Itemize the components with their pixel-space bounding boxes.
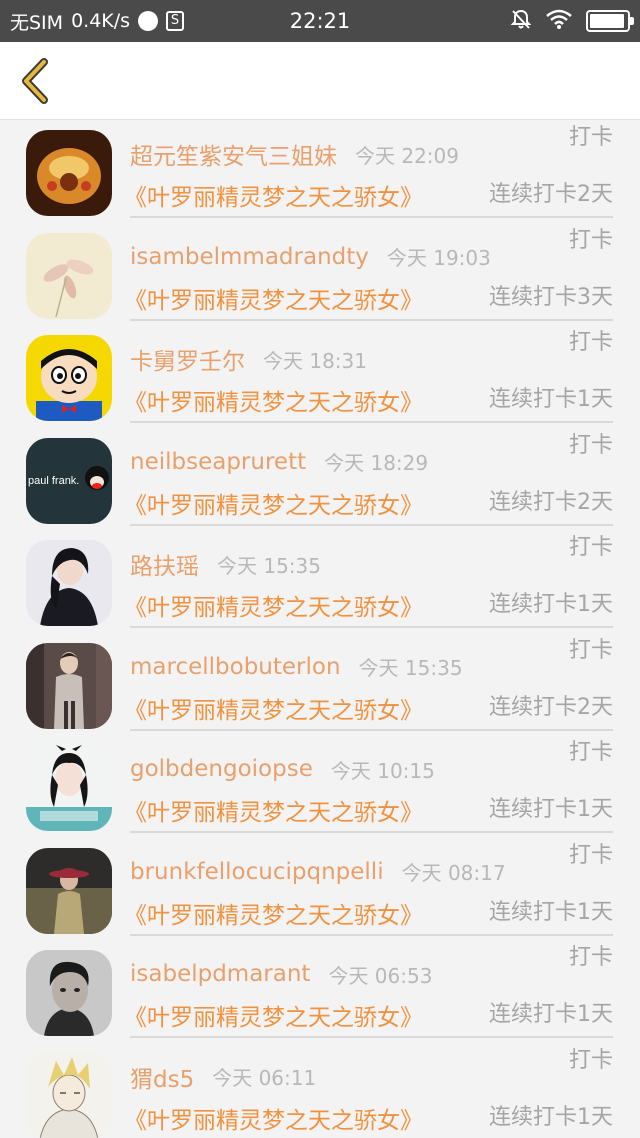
record-info: 卡舅罗壬尔 今天 18:31 打卡 《叶罗丽精灵梦之天之骄女》 连续打卡1天: [124, 326, 613, 423]
avatar[interactable]: [26, 642, 112, 729]
book-title[interactable]: 《叶罗丽精灵梦之天之骄女》: [124, 486, 423, 520]
checkin-time: 今天 08:17: [401, 861, 506, 885]
user-name[interactable]: isambelmmadrandty: [130, 244, 369, 270]
user-name[interactable]: neilbseaprurett: [130, 449, 306, 475]
book-title[interactable]: 《叶罗丽精灵梦之天之骄女》: [124, 383, 423, 417]
user-name[interactable]: marcellbobuterlon: [130, 654, 341, 680]
user-name[interactable]: brunkfellocucipqnpelli: [130, 859, 384, 885]
user-name[interactable]: 卡舅罗壬尔: [130, 342, 245, 376]
nav-bar: [0, 42, 640, 120]
record-info: 猬ds5 今天 06:11 打卡 《叶罗丽精灵梦之天之骄女》 连续打卡1天: [124, 1044, 613, 1138]
list-item[interactable]: paul frank. neilbseaprurett 今天 18:29 打卡 …: [0, 429, 640, 532]
checkin-action: 打卡: [568, 330, 613, 355]
checkin-time: 今天 10:15: [330, 758, 435, 783]
book-title[interactable]: 《叶罗丽精灵梦之天之骄女》: [124, 1101, 423, 1135]
list-item[interactable]: 猬ds5 今天 06:11 打卡 《叶罗丽精灵梦之天之骄女》 连续打卡1天: [0, 1044, 640, 1138]
list-item[interactable]: golbdengoiopse 今天 10:15 打卡 《叶罗丽精灵梦之天之骄女》…: [0, 736, 640, 839]
avatar[interactable]: [26, 540, 112, 626]
wifi-icon: [546, 9, 572, 33]
streak-label: 连续打卡1天: [489, 592, 613, 617]
list-item[interactable]: brunkfellocucipqnpelli 今天 08:17 打卡 《叶罗丽精…: [0, 839, 640, 942]
book-title[interactable]: 《叶罗丽精灵梦之天之骄女》: [124, 896, 423, 930]
streak-label: 连续打卡1天: [489, 899, 613, 925]
streak-label: 连续打卡1天: [489, 1002, 613, 1027]
avatar[interactable]: [26, 130, 112, 216]
checkin-action: 打卡: [568, 1047, 613, 1073]
record-info: golbdengoiopse 今天 10:15 打卡 《叶罗丽精灵梦之天之骄女》…: [124, 736, 613, 833]
book-title[interactable]: 《叶罗丽精灵梦之天之骄女》: [124, 793, 423, 827]
checkin-time: 今天 18:29: [324, 451, 429, 475]
checkin-time: 今天 18:31: [263, 348, 367, 373]
streak-label: 连续打卡2天: [489, 489, 613, 515]
record-info: brunkfellocucipqnpelli 今天 08:17 打卡 《叶罗丽精…: [124, 839, 613, 936]
checkin-action: 打卡: [568, 842, 613, 868]
checkin-action: 打卡: [568, 125, 613, 150]
checkin-time: 今天 19:03: [386, 246, 491, 270]
avatar-brand-text: paul frank.: [28, 475, 79, 487]
checkin-action: 打卡: [568, 740, 613, 765]
user-name[interactable]: 路扶瑶: [130, 547, 199, 581]
user-name[interactable]: 超元笙紫安气三姐妹: [130, 137, 337, 171]
checkin-time: 今天 15:35: [217, 553, 321, 578]
user-name[interactable]: isabelpdmarant: [130, 961, 310, 987]
streak-label: 连续打卡2天: [489, 694, 613, 720]
streak-label: 连续打卡1天: [489, 1104, 613, 1130]
checkin-action: 打卡: [568, 637, 613, 663]
user-name[interactable]: golbdengoiopse: [130, 756, 313, 782]
back-button[interactable]: [12, 56, 58, 106]
checkin-time: 今天 22:09: [355, 143, 459, 168]
list-item[interactable]: isambelmmadrandty 今天 19:03 打卡 《叶罗丽精灵梦之天之…: [0, 224, 640, 327]
checkin-time: 今天 06:11: [212, 1066, 317, 1090]
checkin-time: 今天 15:35: [358, 656, 463, 680]
status-bar: 无SIM 0.4K/s S 22:21: [0, 0, 640, 42]
record-info: marcellbobuterlon 今天 15:35 打卡 《叶罗丽精灵梦之天之…: [124, 634, 613, 731]
book-title[interactable]: 《叶罗丽精灵梦之天之骄女》: [124, 998, 423, 1032]
checkin-list: 超元笙紫安气三姐妹 今天 22:09 打卡 《叶罗丽精灵梦之天之骄女》 连续打卡…: [0, 121, 640, 1138]
book-title[interactable]: 《叶罗丽精灵梦之天之骄女》: [124, 281, 423, 315]
checkin-action: 打卡: [568, 432, 613, 458]
checkin-time: 今天 06:53: [328, 963, 433, 988]
user-name[interactable]: 猬ds5: [130, 1060, 194, 1094]
checkin-action: 打卡: [568, 227, 613, 253]
list-item[interactable]: 路扶瑶 今天 15:35 打卡 《叶罗丽精灵梦之天之骄女》 连续打卡1天: [0, 531, 640, 634]
checkin-action: 打卡: [568, 945, 613, 970]
record-info: neilbseaprurett 今天 18:29 打卡 《叶罗丽精灵梦之天之骄女…: [124, 429, 613, 526]
avatar[interactable]: [26, 950, 112, 1036]
avatar[interactable]: paul frank.: [26, 437, 112, 524]
avatar[interactable]: [26, 335, 112, 421]
list-item[interactable]: isabelpdmarant 今天 06:53 打卡 《叶罗丽精灵梦之天之骄女》…: [0, 941, 640, 1044]
list-item[interactable]: marcellbobuterlon 今天 15:35 打卡 《叶罗丽精灵梦之天之…: [0, 634, 640, 737]
list-item[interactable]: 超元笙紫安气三姐妹 今天 22:09 打卡 《叶罗丽精灵梦之天之骄女》 连续打卡…: [0, 121, 640, 224]
streak-label: 连续打卡3天: [489, 284, 613, 310]
streak-label: 连续打卡2天: [489, 182, 613, 207]
chevron-left-icon: [22, 58, 48, 104]
record-info: isabelpdmarant 今天 06:53 打卡 《叶罗丽精灵梦之天之骄女》…: [124, 941, 613, 1038]
streak-label: 连续打卡1天: [489, 387, 613, 412]
avatar[interactable]: [26, 847, 112, 934]
avatar[interactable]: [26, 232, 112, 319]
checkin-action: 打卡: [568, 535, 613, 560]
mute-icon: [510, 8, 532, 34]
battery-icon: [586, 10, 634, 32]
book-title[interactable]: 《叶罗丽精灵梦之天之骄女》: [124, 588, 423, 622]
book-title[interactable]: 《叶罗丽精灵梦之天之骄女》: [124, 178, 423, 212]
streak-label: 连续打卡1天: [489, 797, 613, 822]
book-title[interactable]: 《叶罗丽精灵梦之天之骄女》: [124, 691, 423, 725]
record-info: isambelmmadrandty 今天 19:03 打卡 《叶罗丽精灵梦之天之…: [124, 224, 613, 321]
record-info: 路扶瑶 今天 15:35 打卡 《叶罗丽精灵梦之天之骄女》 连续打卡1天: [124, 531, 613, 628]
avatar[interactable]: [26, 1052, 112, 1138]
list-item[interactable]: 卡舅罗壬尔 今天 18:31 打卡 《叶罗丽精灵梦之天之骄女》 连续打卡1天: [0, 326, 640, 429]
avatar[interactable]: [26, 745, 112, 831]
status-right: [510, 0, 634, 42]
record-info: 超元笙紫安气三姐妹 今天 22:09 打卡 《叶罗丽精灵梦之天之骄女》 连续打卡…: [124, 121, 613, 218]
